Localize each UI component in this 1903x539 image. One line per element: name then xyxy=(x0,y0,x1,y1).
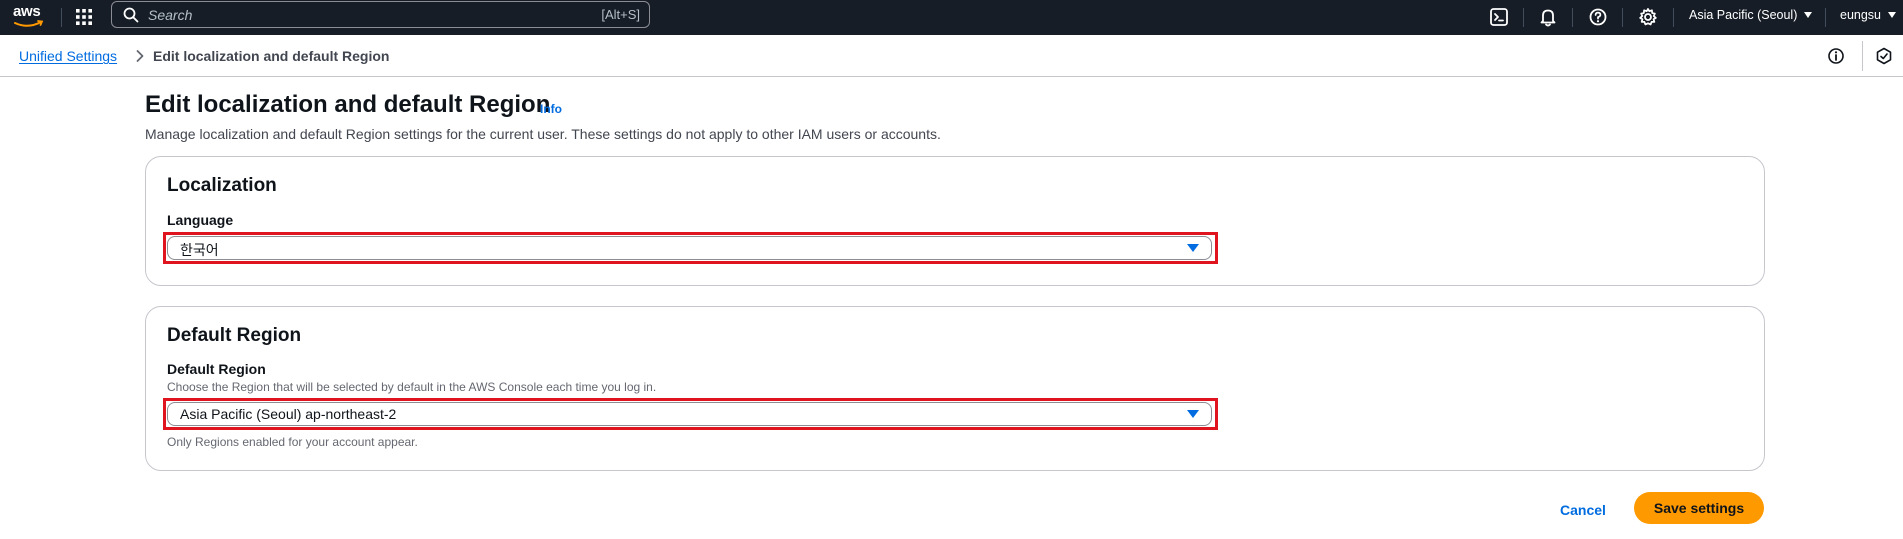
breadcrumb-link-unified-settings[interactable]: Unified Settings xyxy=(19,48,117,64)
account-menu[interactable]: eungsu xyxy=(1840,8,1897,22)
default-region-constraint-text: Only Regions enabled for your account ap… xyxy=(167,435,418,449)
cloudshell-icon[interactable] xyxy=(1488,6,1510,28)
nav-divider xyxy=(1673,8,1674,27)
nav-divider xyxy=(1523,8,1524,27)
search-box[interactable]: [Alt+S] xyxy=(111,1,650,28)
search-icon xyxy=(123,7,139,23)
top-navigation-bar: aws [Alt+S] xyxy=(0,0,1903,35)
language-select-value: 한국어 xyxy=(180,242,219,258)
bell-icon[interactable] xyxy=(1537,6,1559,28)
account-menu-label: eungsu xyxy=(1840,8,1882,22)
language-select[interactable]: 한국어 xyxy=(167,236,1212,260)
region-selector[interactable]: Asia Pacific (Seoul) xyxy=(1689,8,1813,22)
gear-icon[interactable] xyxy=(1637,6,1659,28)
caret-down-icon xyxy=(1888,12,1897,18)
services-menu-icon[interactable] xyxy=(73,6,95,28)
default-region-select[interactable]: Asia Pacific (Seoul) ap-northeast-2 xyxy=(167,402,1212,426)
info-link[interactable]: Info xyxy=(540,102,562,116)
language-label: Language xyxy=(167,212,234,228)
cancel-button[interactable]: Cancel xyxy=(1546,494,1620,526)
default-region-title: Default Region xyxy=(167,325,302,346)
save-settings-button[interactable]: Save settings xyxy=(1634,492,1764,524)
default-region-container: Default Region Default Region Choose the… xyxy=(145,306,1765,471)
page-description: Manage localization and default Region s… xyxy=(145,126,941,142)
caret-down-icon xyxy=(1187,244,1199,252)
localization-title: Localization xyxy=(167,175,277,196)
caret-down-icon xyxy=(1187,410,1199,418)
tools-divider xyxy=(1862,41,1863,71)
nav-divider xyxy=(1622,8,1623,27)
search-shortcut-hint: [Alt+S] xyxy=(601,7,640,22)
aws-logo[interactable]: aws xyxy=(12,2,44,30)
default-region-select-value: Asia Pacific (Seoul) ap-northeast-2 xyxy=(180,406,397,422)
nav-divider xyxy=(1572,8,1573,27)
caret-down-icon xyxy=(1804,12,1813,18)
default-region-label: Default Region xyxy=(167,361,266,377)
nav-divider xyxy=(61,8,62,27)
region-selector-label: Asia Pacific (Seoul) xyxy=(1689,8,1798,22)
breadcrumb-bar: Unified Settings Edit localization and d… xyxy=(0,35,1903,77)
default-region-description: Choose the Region that will be selected … xyxy=(167,380,657,394)
page-title: Edit localization and default Region xyxy=(145,91,551,118)
nav-divider xyxy=(1825,8,1826,27)
breadcrumb-current: Edit localization and default Region xyxy=(153,48,390,64)
info-panel-icon[interactable] xyxy=(1826,46,1846,66)
localization-container: Localization Language 한국어 xyxy=(145,156,1765,286)
chevron-right-icon xyxy=(136,50,144,62)
assistant-icon[interactable] xyxy=(1874,46,1894,66)
search-input[interactable] xyxy=(146,4,546,25)
help-icon[interactable] xyxy=(1587,6,1609,28)
